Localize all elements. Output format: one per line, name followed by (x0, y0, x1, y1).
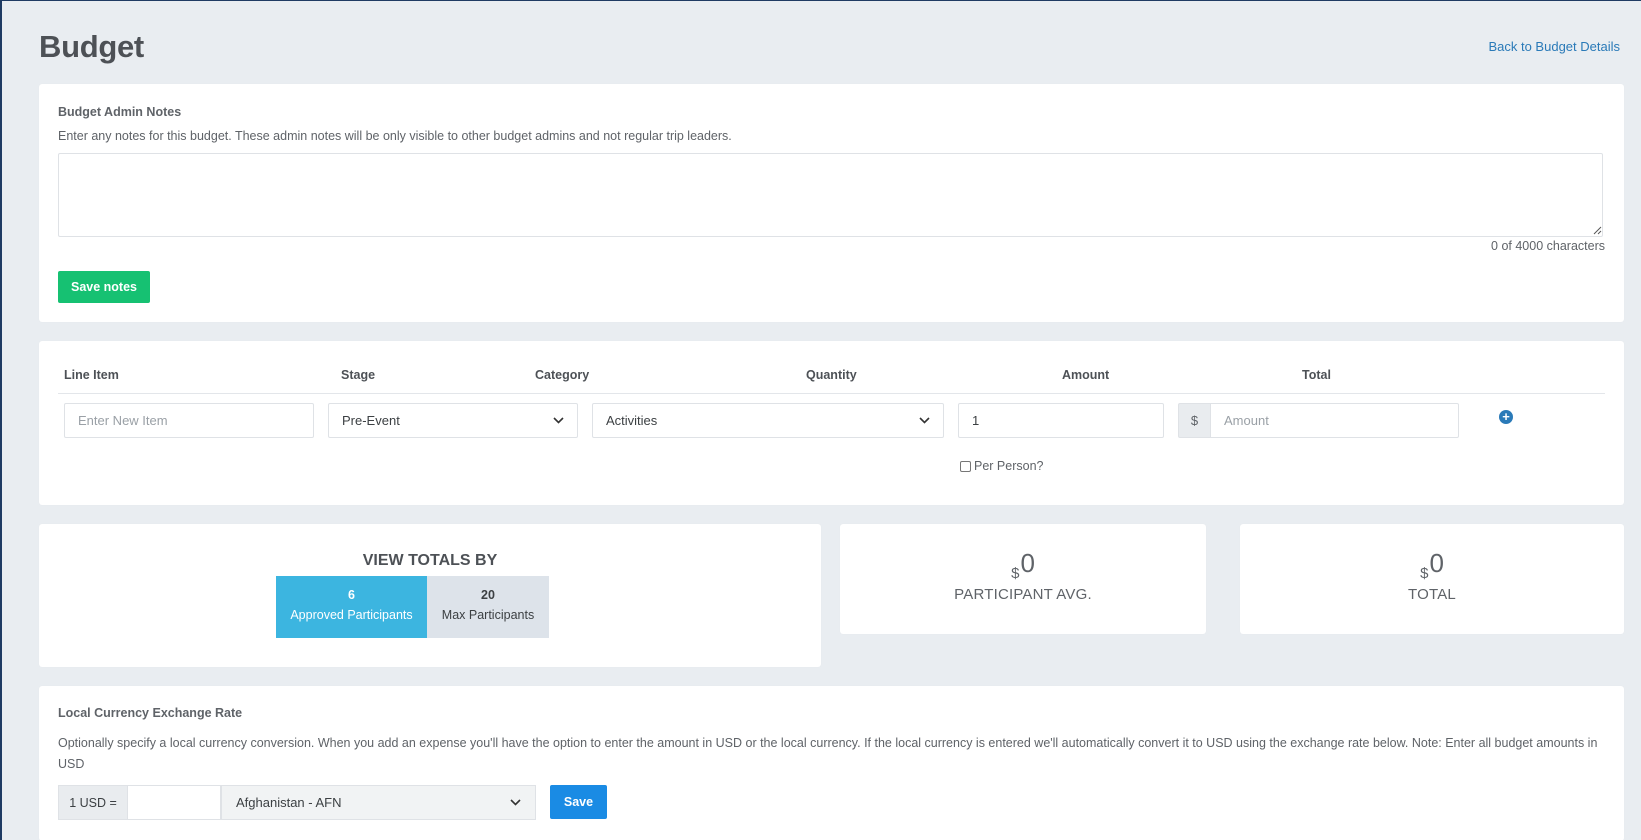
header-stage: Stage (341, 368, 376, 382)
exchange-rate-input[interactable] (127, 785, 221, 820)
page-title: Budget (39, 29, 144, 64)
stage-value: Pre-Event (342, 413, 400, 428)
avg-amount: 0 (1020, 548, 1035, 578)
quantity-input[interactable]: 1 (958, 403, 1164, 438)
header-category: Category (535, 368, 590, 382)
approved-label: Approved Participants (290, 608, 413, 622)
per-person-label: Per Person? (974, 459, 1044, 473)
chevron-down-icon (919, 417, 930, 424)
total-currency-symbol: $ (1420, 565, 1429, 582)
header-amount: Amount (1062, 368, 1110, 382)
notes-character-count: 0 of 4000 characters (1491, 239, 1605, 253)
per-person-checkbox-box[interactable] (960, 460, 971, 472)
quantity-value: 1 (972, 413, 980, 428)
total-label: TOTAL (1408, 586, 1456, 603)
header-line-item: Line Item (64, 368, 119, 382)
country-currency-select[interactable]: Afghanistan - AFN (221, 785, 536, 820)
stage-select[interactable]: Pre-Event (328, 403, 578, 438)
per-person-checkbox[interactable]: Per Person? (960, 459, 1043, 473)
max-participants-toggle[interactable]: 20 Max Participants (427, 576, 549, 638)
chevron-down-icon (553, 417, 564, 424)
admin-notes-textarea[interactable] (58, 153, 1603, 237)
participant-avg-value: $0 (840, 548, 1206, 582)
admin-notes-title: Budget Admin Notes (58, 105, 182, 119)
dollar-addon: $ (1178, 403, 1210, 438)
chevron-down-icon (510, 799, 521, 806)
back-to-budget-details-link[interactable]: Back to Budget Details (1488, 39, 1620, 54)
amount-input[interactable]: Amount (1210, 403, 1459, 438)
currency-exchange-title: Local Currency Exchange Rate (58, 706, 243, 720)
usd-label: 1 USD = (58, 785, 127, 820)
total-card: $0 TOTAL (1240, 524, 1624, 634)
currency-exchange-help: Optionally specify a local currency conv… (58, 736, 1598, 771)
amount-placeholder: Amount (1224, 413, 1269, 428)
participant-avg-card: $0 PARTICIPANT AVG. (840, 524, 1206, 634)
max-label: Max Participants (441, 608, 535, 622)
max-count: 20 (481, 588, 495, 602)
participant-avg-label: PARTICIPANT AVG. (954, 586, 1092, 603)
header-quantity: Quantity (806, 368, 857, 382)
admin-notes-card: Budget Admin Notes Enter any notes for t… (39, 84, 1624, 322)
header-divider (58, 393, 1605, 394)
line-items-card: Line Item Stage Category Quantity Amount… (39, 341, 1624, 505)
approved-participants-toggle[interactable]: 6 Approved Participants (276, 576, 427, 638)
save-notes-button[interactable]: Save notes (58, 271, 150, 303)
view-totals-title: VIEW TOTALS BY (362, 552, 498, 569)
country-currency-value: Afghanistan - AFN (236, 795, 342, 810)
view-totals-card: VIEW TOTALS BY 6 Approved Participants 2… (39, 524, 821, 667)
total-value: $0 (1240, 548, 1624, 582)
plus-circle-icon[interactable]: + (1499, 410, 1513, 424)
line-item-placeholder: Enter New Item (78, 413, 168, 428)
line-item-input[interactable]: Enter New Item (64, 403, 314, 438)
category-select[interactable]: Activities (592, 403, 944, 438)
header-total: Total (1302, 368, 1331, 382)
approved-count: 6 (348, 588, 355, 602)
save-exchange-rate-button[interactable]: Save (550, 785, 607, 819)
category-value: Activities (606, 413, 658, 428)
admin-notes-help: Enter any notes for this budget. These a… (58, 129, 732, 143)
resize-handle-icon[interactable] (1592, 225, 1602, 235)
avg-currency-symbol: $ (1011, 565, 1020, 582)
page-header: Budget Back to Budget Details (39, 29, 1620, 69)
currency-exchange-card: Local Currency Exchange Rate Optionally … (39, 686, 1624, 840)
total-amount: 0 (1429, 548, 1444, 578)
